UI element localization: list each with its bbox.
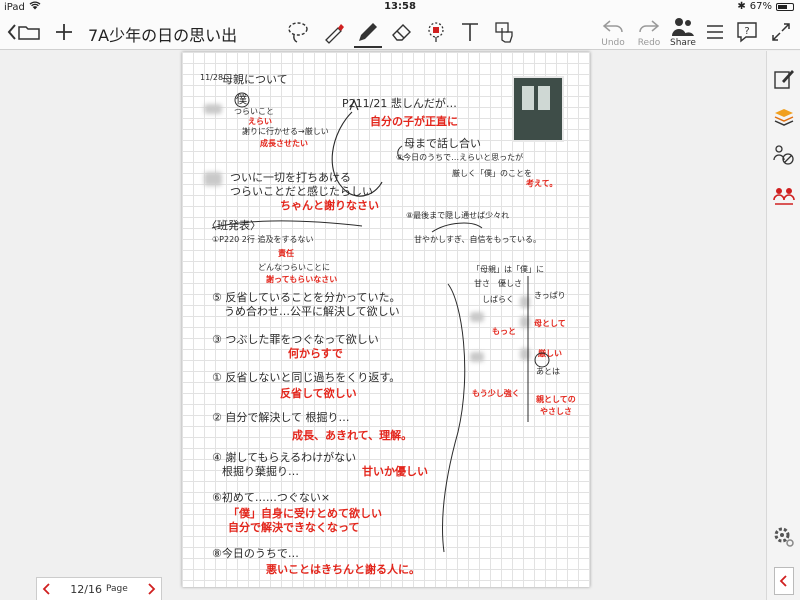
undo-label: Undo (601, 38, 625, 48)
back-folder-icon[interactable] (6, 20, 44, 44)
eraser-icon[interactable] (388, 18, 416, 46)
touch-icon[interactable] (490, 18, 518, 46)
redo-icon[interactable] (636, 16, 662, 38)
marker-icon[interactable] (320, 18, 348, 46)
chevron-left-icon (42, 583, 50, 595)
note-page[interactable]: 11/28 母親について 僕 つらいこと えらい 謝りに行かせる→厳しい 成長さ… (182, 52, 590, 587)
help-icon[interactable]: ? (734, 20, 760, 44)
expand-icon[interactable] (768, 20, 794, 44)
page-label: Page (105, 584, 128, 594)
list-icon[interactable] (702, 20, 728, 44)
bluetooth-icon: ✱ (737, 1, 746, 12)
battery-icon (776, 2, 794, 11)
text-icon[interactable] (456, 18, 484, 46)
layers-icon[interactable] (772, 105, 796, 129)
clock: 13:58 (384, 1, 416, 12)
status-bar: iPad 13:58 ✱ 67% (0, 0, 800, 14)
prev-page-button[interactable] (37, 578, 57, 600)
document-title[interactable]: 7A少年の日の思い出 (88, 22, 237, 46)
right-sidebar (766, 51, 800, 600)
page-number[interactable]: 12/16 (70, 583, 102, 596)
people-off-icon[interactable] (772, 143, 796, 167)
svg-text:?: ? (744, 26, 749, 37)
collapse-panel-icon[interactable] (774, 567, 794, 595)
shape-select-icon[interactable] (422, 18, 450, 46)
page-navigator: 12/16 Page (36, 577, 162, 600)
lasso-icon[interactable] (284, 18, 312, 46)
share-label: Share (670, 38, 696, 48)
edit-page-icon[interactable] (772, 67, 796, 91)
battery-percent: 67% (749, 1, 772, 12)
next-page-button[interactable] (141, 578, 161, 600)
toolbar: 7A少年の日の思い出 Undo Redo Share ? (0, 14, 800, 50)
group-share-icon[interactable] (772, 183, 796, 207)
undo-icon[interactable] (600, 16, 626, 38)
plus-icon[interactable] (52, 20, 76, 44)
settings-gear-icon[interactable] (772, 525, 796, 549)
ink-strokes (211, 92, 550, 553)
chevron-right-icon (148, 583, 156, 595)
share-icon[interactable] (670, 16, 696, 38)
pen-icon[interactable] (354, 18, 382, 48)
